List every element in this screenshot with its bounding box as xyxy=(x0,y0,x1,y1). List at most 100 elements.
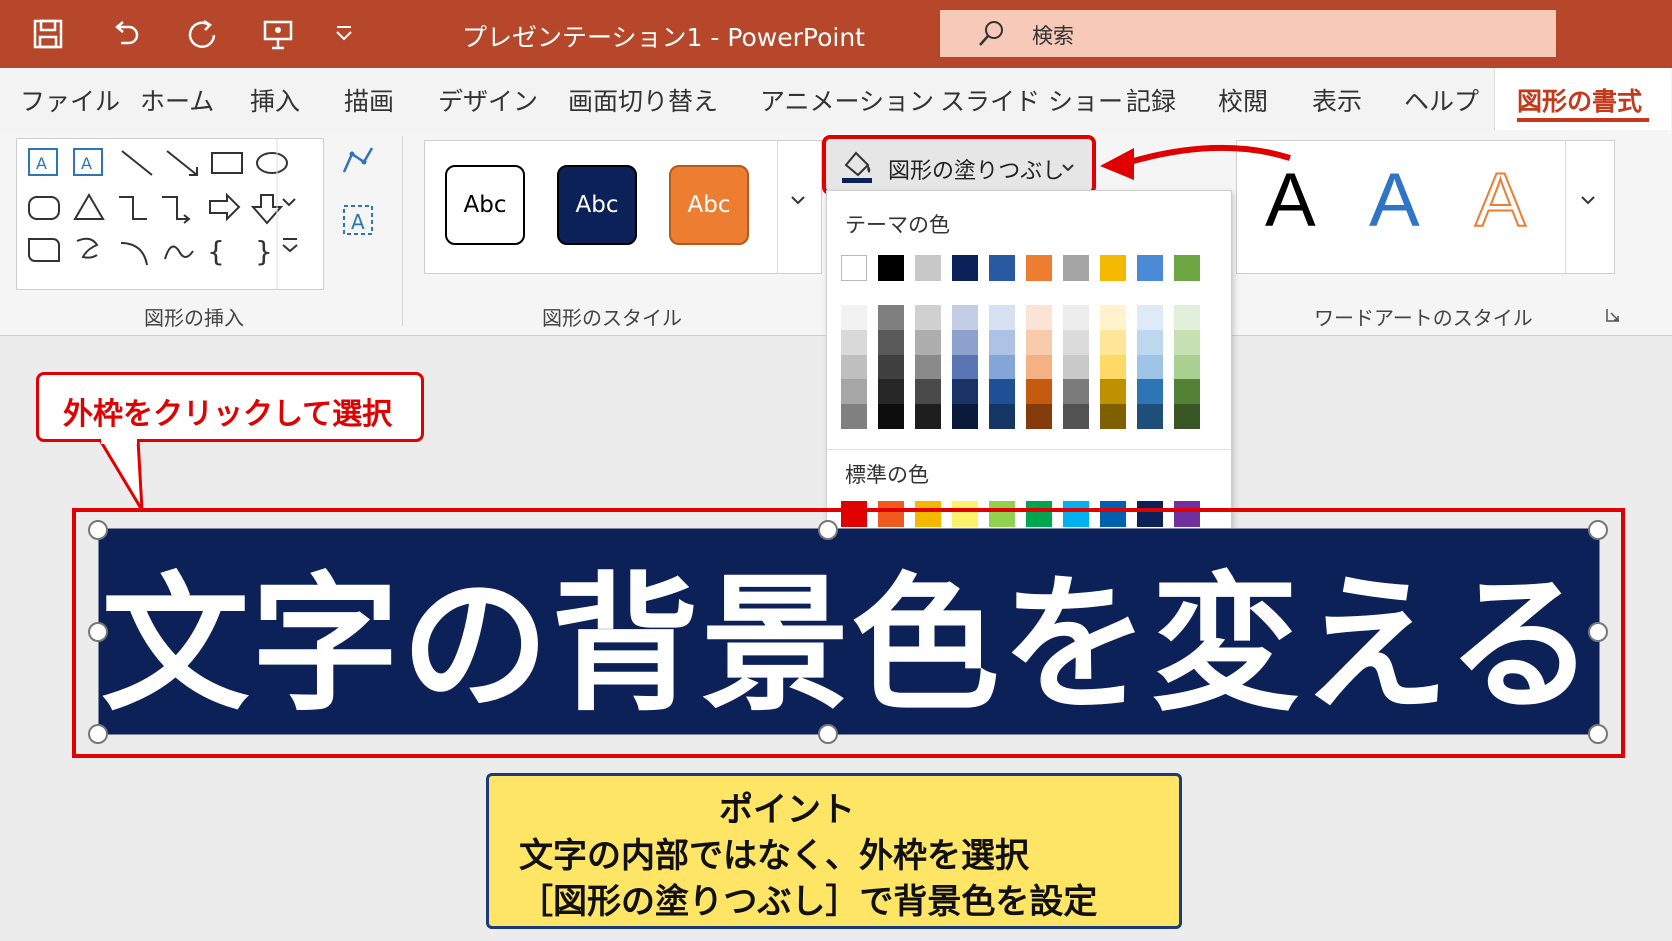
text-box-icon[interactable]: A xyxy=(340,202,376,238)
theme-color-swatch[interactable] xyxy=(989,255,1015,281)
theme-shade-swatch[interactable] xyxy=(841,329,867,355)
theme-color-swatch[interactable] xyxy=(915,255,941,281)
theme-shade-swatch[interactable] xyxy=(1137,305,1163,330)
theme-shade-swatch[interactable] xyxy=(915,329,941,355)
theme-shade-swatch[interactable] xyxy=(1063,379,1089,405)
theme-shade-swatch[interactable] xyxy=(841,379,867,405)
theme-color-swatch[interactable] xyxy=(1100,255,1126,281)
tab-draw[interactable]: 描画 xyxy=(344,82,394,118)
shapes-grid[interactable]: A A { } xyxy=(17,139,323,289)
shape-fill-button[interactable]: 図形の塗りつぶし xyxy=(822,135,1096,195)
theme-color-swatch[interactable] xyxy=(878,255,904,281)
theme-shade-swatch[interactable] xyxy=(1100,329,1126,355)
theme-shade-swatch[interactable] xyxy=(1137,379,1163,405)
tab-slideshow[interactable]: スライド ショー xyxy=(940,82,1123,118)
theme-shade-swatch[interactable] xyxy=(878,404,904,429)
theme-shade-swatch[interactable] xyxy=(1026,329,1052,355)
theme-shade-swatch[interactable] xyxy=(1100,404,1126,429)
theme-shade-swatch[interactable] xyxy=(1137,329,1163,355)
dialog-launcher-icon[interactable] xyxy=(1604,306,1622,324)
search-box[interactable]: 検索 xyxy=(940,10,1556,57)
theme-shade-swatch[interactable] xyxy=(989,404,1015,429)
theme-shade-swatch[interactable] xyxy=(1026,404,1052,429)
customize-dropdown-icon[interactable] xyxy=(324,14,364,54)
tab-view[interactable]: 表示 xyxy=(1312,82,1362,118)
tab-transitions[interactable]: 画面切り替え xyxy=(568,82,718,118)
theme-shade-swatch[interactable] xyxy=(1174,329,1200,355)
theme-shade-swatch[interactable] xyxy=(952,305,978,330)
theme-shade-swatch[interactable] xyxy=(1063,404,1089,429)
slide-shape[interactable]: 文字の背景色を変える xyxy=(98,528,1600,735)
theme-color-swatch[interactable] xyxy=(1174,255,1200,281)
theme-shade-swatch[interactable] xyxy=(841,354,867,380)
theme-shade-swatch[interactable] xyxy=(1063,354,1089,380)
tab-shape-format[interactable]: 図形の書式 xyxy=(1494,68,1671,130)
theme-shade-swatch[interactable] xyxy=(841,305,867,330)
theme-shade-swatch[interactable] xyxy=(1137,354,1163,380)
shape-text[interactable]: 文字の背景色を変える xyxy=(99,529,1599,734)
tab-help[interactable]: ヘルプ xyxy=(1404,82,1479,118)
theme-shade-swatch[interactable] xyxy=(1026,354,1052,380)
save-icon[interactable] xyxy=(28,14,68,54)
theme-shade-swatch[interactable] xyxy=(952,404,978,429)
resize-handle-middle-left[interactable] xyxy=(88,622,108,642)
theme-shade-swatch[interactable] xyxy=(952,354,978,380)
theme-shade-swatch[interactable] xyxy=(915,379,941,405)
undo-icon[interactable] xyxy=(106,14,146,54)
tab-design[interactable]: デザイン xyxy=(438,82,538,118)
theme-shade-swatch[interactable] xyxy=(878,379,904,405)
theme-shade-swatch[interactable] xyxy=(1174,404,1200,429)
theme-shade-swatch[interactable] xyxy=(1174,305,1200,330)
theme-shade-swatch[interactable] xyxy=(1063,329,1089,355)
theme-shade-swatch[interactable] xyxy=(915,305,941,330)
theme-shade-swatch[interactable] xyxy=(1026,305,1052,330)
present-icon[interactable] xyxy=(258,14,298,54)
theme-color-swatch[interactable] xyxy=(1063,255,1089,281)
theme-shade-swatch[interactable] xyxy=(1026,379,1052,405)
tab-home[interactable]: ホーム xyxy=(140,82,214,118)
resize-handle-bottom-left[interactable] xyxy=(88,724,108,744)
theme-shade-swatch[interactable] xyxy=(952,329,978,355)
wordart-blue-a[interactable]: A xyxy=(1369,157,1420,244)
theme-shade-swatch[interactable] xyxy=(1100,354,1126,380)
theme-color-swatch[interactable] xyxy=(1137,255,1163,281)
edit-shape-icon[interactable] xyxy=(340,142,376,178)
theme-shade-swatch[interactable] xyxy=(878,329,904,355)
redo-icon[interactable] xyxy=(182,14,222,54)
theme-shade-swatch[interactable] xyxy=(989,329,1015,355)
theme-color-swatch[interactable] xyxy=(841,255,867,281)
style-preset-orange[interactable]: Abc xyxy=(669,165,749,245)
theme-shade-swatch[interactable] xyxy=(1174,379,1200,405)
theme-shade-swatch[interactable] xyxy=(1063,305,1089,330)
resize-handle-middle-right[interactable] xyxy=(1588,622,1608,642)
theme-shade-swatch[interactable] xyxy=(878,354,904,380)
resize-handle-top-left[interactable] xyxy=(88,520,108,540)
tab-animations[interactable]: アニメーション xyxy=(760,82,934,118)
theme-shade-swatch[interactable] xyxy=(878,305,904,330)
theme-color-swatch[interactable] xyxy=(952,255,978,281)
resize-handle-bottom-right[interactable] xyxy=(1588,724,1608,744)
theme-color-swatch[interactable] xyxy=(1026,255,1052,281)
tab-record[interactable]: 記録 xyxy=(1126,82,1176,118)
tab-review[interactable]: 校閲 xyxy=(1218,82,1268,118)
resize-handle-bottom-center[interactable] xyxy=(818,724,838,744)
theme-shade-swatch[interactable] xyxy=(1137,404,1163,429)
chevron-down-icon[interactable] xyxy=(1577,189,1599,211)
resize-handle-top-right[interactable] xyxy=(1588,520,1608,540)
theme-shade-swatch[interactable] xyxy=(1100,379,1126,405)
style-preset-navy[interactable]: Abc xyxy=(557,165,637,245)
theme-shade-swatch[interactable] xyxy=(1100,305,1126,330)
style-preset-white[interactable]: Abc xyxy=(445,165,525,245)
wordart-orange-outline-a[interactable]: A xyxy=(1474,157,1527,244)
resize-handle-top-center[interactable] xyxy=(818,520,838,540)
chevron-down-icon[interactable] xyxy=(787,189,809,211)
tab-insert[interactable]: 挿入 xyxy=(250,82,300,118)
theme-shade-swatch[interactable] xyxy=(952,379,978,405)
theme-shade-swatch[interactable] xyxy=(989,379,1015,405)
tab-file[interactable]: ファイル xyxy=(20,82,120,118)
theme-shade-swatch[interactable] xyxy=(915,404,941,429)
theme-shade-swatch[interactable] xyxy=(1174,354,1200,380)
theme-shade-swatch[interactable] xyxy=(989,305,1015,330)
theme-shade-swatch[interactable] xyxy=(915,354,941,380)
theme-shade-swatch[interactable] xyxy=(989,354,1015,380)
